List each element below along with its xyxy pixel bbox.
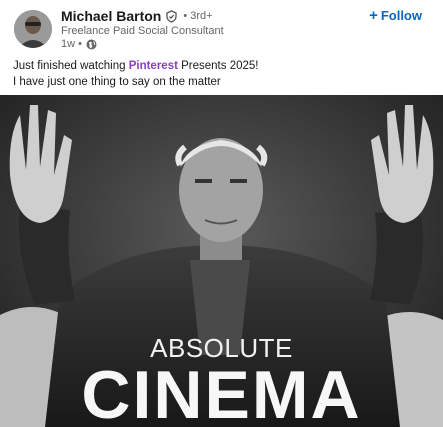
- follow-button[interactable]: + Follow: [369, 8, 422, 23]
- post-text-line-2: I have just one thing to say on the matt…: [13, 76, 221, 88]
- author-headline: Freelance Paid Social Consultant: [61, 25, 224, 37]
- post-meta: 1w •: [61, 38, 97, 50]
- globe-icon: [86, 39, 97, 50]
- post-time: 1w •: [61, 38, 82, 50]
- avatar[interactable]: [14, 10, 52, 48]
- follow-label: Follow: [380, 8, 422, 23]
- connection-degree: • 3rd+: [183, 10, 213, 22]
- post-image[interactable]: ABSOLUTE CINEMA: [0, 95, 443, 427]
- caption-bottom: CINEMA: [81, 357, 362, 427]
- post-text-segment: Just finished watching: [13, 60, 129, 72]
- hashtag-link[interactable]: Pinterest: [129, 60, 178, 72]
- post-text-segment: Presents 2025!: [177, 60, 259, 72]
- post-text: Just finished watching Pinterest Present…: [13, 58, 258, 90]
- author-name[interactable]: Michael Barton: [61, 8, 161, 24]
- post-header: Michael Barton • 3rd+ Freelance Paid Soc…: [0, 0, 443, 58]
- plus-icon: +: [369, 7, 378, 24]
- verified-shield-icon: [165, 9, 178, 23]
- author-row: Michael Barton • 3rd+: [61, 8, 213, 24]
- post-text-line-1: Just finished watching Pinterest Present…: [13, 58, 258, 74]
- feed-post: Michael Barton • 3rd+ Freelance Paid Soc…: [0, 0, 443, 427]
